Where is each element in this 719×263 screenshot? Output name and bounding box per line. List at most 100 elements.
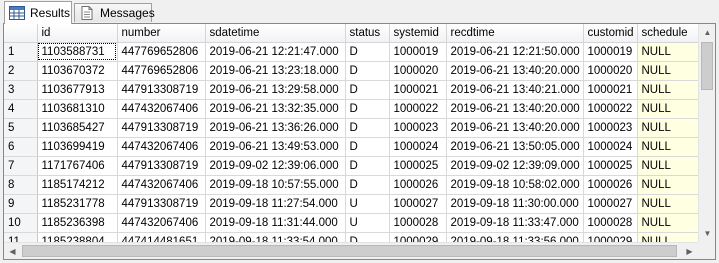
cell-recdtime[interactable]: 2019-09-18 10:58:02.000 xyxy=(446,175,584,195)
cell-customid[interactable]: 1000025 xyxy=(583,156,638,176)
corner-cell[interactable] xyxy=(4,24,38,43)
row-number[interactable]: 5 xyxy=(4,118,38,138)
cell-customid[interactable]: 1000024 xyxy=(583,137,638,157)
cell-customid[interactable]: 1000027 xyxy=(583,194,638,214)
column-header[interactable]: id xyxy=(37,24,118,43)
cell-sdatetime[interactable]: 2019-06-21 13:36:26.000 xyxy=(205,118,346,138)
table-row[interactable]: 9 1185231778 447913308719 2019-09-18 11:27:… xyxy=(4,194,699,214)
cell-recdtime[interactable]: 2019-06-21 13:40:20.000 xyxy=(446,99,584,119)
cell-recdtime[interactable]: 2019-06-21 13:40:20.000 xyxy=(446,61,584,81)
cell-schedule[interactable]: NULL xyxy=(637,80,699,100)
cell-recdtime[interactable]: 2019-09-02 12:39:09.000 xyxy=(446,156,584,176)
cell-systemid[interactable]: 1000023 xyxy=(389,118,447,138)
cell-systemid[interactable]: 1000021 xyxy=(389,80,447,100)
cell-number[interactable]: 447913308719 xyxy=(117,118,206,138)
cell-sdatetime[interactable]: 2019-09-18 11:27:54.000 xyxy=(205,194,346,214)
cell-schedule[interactable]: NULL xyxy=(637,213,699,233)
cell-id[interactable]: 1103670372 xyxy=(37,61,118,81)
cell-systemid[interactable]: 1000025 xyxy=(389,156,447,176)
cell-sdatetime[interactable]: 2019-06-21 13:49:53.000 xyxy=(205,137,346,157)
table-row[interactable]: 6 1103699419 447432067406 2019-06-21 13:49:… xyxy=(4,137,699,157)
cell-customid[interactable]: 1000019 xyxy=(583,42,638,62)
cell-customid[interactable]: 1000021 xyxy=(583,80,638,100)
cell-number[interactable]: 447913308719 xyxy=(117,194,206,214)
tab-messages[interactable]: Messages xyxy=(74,3,155,22)
table-row[interactable]: 5 1103685427 447913308719 2019-06-21 13:36:… xyxy=(4,118,699,138)
cell-customid[interactable]: 1000028 xyxy=(583,213,638,233)
cell-schedule[interactable]: NULL xyxy=(637,137,699,157)
results-grid[interactable]: id number sdatetime status systemid recd… xyxy=(3,23,716,260)
cell-id[interactable]: 1185231778 xyxy=(37,194,118,214)
table-row[interactable]: 4 1103681310 447432067406 2019-06-21 13:32:… xyxy=(4,99,699,119)
cell-status[interactable]: D xyxy=(345,61,390,81)
cell-number[interactable]: 447913308719 xyxy=(117,156,206,176)
cell-sdatetime[interactable]: 2019-06-21 13:23:18.000 xyxy=(205,61,346,81)
cell-id[interactable]: 1103677913 xyxy=(37,80,118,100)
tab-results[interactable]: Results xyxy=(4,1,72,24)
horizontal-scroll-thumb[interactable] xyxy=(22,245,677,257)
column-header[interactable]: schedule xyxy=(637,24,699,43)
cell-systemid[interactable]: 1000027 xyxy=(389,194,447,214)
cell-schedule[interactable]: NULL xyxy=(637,156,699,176)
cell-sdatetime[interactable]: 2019-06-21 13:32:35.000 xyxy=(205,99,346,119)
column-header[interactable]: status xyxy=(345,24,390,43)
cell-customid[interactable]: 1000023 xyxy=(583,118,638,138)
cell-status[interactable]: D xyxy=(345,137,390,157)
cell-systemid[interactable]: 1000026 xyxy=(389,175,447,195)
vertical-scroll-thumb[interactable] xyxy=(701,42,713,90)
cell-id[interactable]: 1171767406 xyxy=(37,156,118,176)
column-header[interactable]: systemid xyxy=(389,24,447,43)
cell-status[interactable]: D xyxy=(345,156,390,176)
cell-number[interactable]: 447432067406 xyxy=(117,175,206,195)
cell-schedule[interactable]: NULL xyxy=(637,194,699,214)
table-row[interactable]: 2 1103670372 447769652806 2019-06-21 13:23:… xyxy=(4,61,699,81)
cell-status[interactable]: D xyxy=(345,99,390,119)
cell-systemid[interactable]: 1000028 xyxy=(389,213,447,233)
cell-status[interactable]: D xyxy=(345,175,390,195)
cell-number[interactable]: 447769652806 xyxy=(117,42,206,62)
cell-customid[interactable]: 1000022 xyxy=(583,99,638,119)
cell-id[interactable]: 1103699419 xyxy=(37,137,118,157)
row-number[interactable]: 2 xyxy=(4,61,38,81)
cell-number[interactable]: 447432067406 xyxy=(117,213,206,233)
row-number[interactable]: 7 xyxy=(4,156,38,176)
cell-id[interactable]: 1185174212 xyxy=(37,175,118,195)
cell-recdtime[interactable]: 2019-09-18 11:33:47.000 xyxy=(446,213,584,233)
scroll-left-arrow-icon[interactable]: ◀ xyxy=(4,243,21,259)
cell-number[interactable]: 447769652806 xyxy=(117,61,206,81)
cell-schedule[interactable]: NULL xyxy=(637,42,699,62)
cell-number[interactable]: 447432067406 xyxy=(117,137,206,157)
cell-systemid[interactable]: 1000024 xyxy=(389,137,447,157)
cell-status[interactable]: U xyxy=(345,213,390,233)
cell-status[interactable]: U xyxy=(345,194,390,214)
row-number[interactable]: 10 xyxy=(4,213,38,233)
cell-recdtime[interactable]: 2019-06-21 13:40:20.000 xyxy=(446,118,584,138)
cell-sdatetime[interactable]: 2019-09-18 10:57:55.000 xyxy=(205,175,346,195)
cell-schedule[interactable]: NULL xyxy=(637,99,699,119)
row-number[interactable]: 1 xyxy=(4,42,38,62)
cell-schedule[interactable]: NULL xyxy=(637,61,699,81)
cell-recdtime[interactable]: 2019-06-21 13:40:21.000 xyxy=(446,80,584,100)
cell-sdatetime[interactable]: 2019-06-21 13:29:58.000 xyxy=(205,80,346,100)
cell-sdatetime[interactable]: 2019-09-18 11:31:44.000 xyxy=(205,213,346,233)
row-number[interactable]: 4 xyxy=(4,99,38,119)
cell-status[interactable]: D xyxy=(345,80,390,100)
cell-schedule[interactable]: NULL xyxy=(637,118,699,138)
cell-systemid[interactable]: 1000020 xyxy=(389,61,447,81)
cell-schedule[interactable]: NULL xyxy=(637,175,699,195)
cell-systemid[interactable]: 1000019 xyxy=(389,42,447,62)
table-row[interactable]: 7 1171767406 447913308719 2019-09-02 12:39:… xyxy=(4,156,699,176)
cell-number[interactable]: 447432067406 xyxy=(117,99,206,119)
row-number[interactable]: 3 xyxy=(4,80,38,100)
table-row[interactable]: 1 1103588731 447769652806 2019-06-21 12:21:… xyxy=(4,42,699,62)
cell-recdtime[interactable]: 2019-09-18 11:30:00.000 xyxy=(446,194,584,214)
table-row[interactable]: 10 1185236398 447432067406 2019-09-18 11:31… xyxy=(4,213,699,233)
horizontal-scrollbar[interactable]: ◀ ▶ xyxy=(4,242,698,259)
cell-customid[interactable]: 1000020 xyxy=(583,61,638,81)
column-header[interactable]: sdatetime xyxy=(205,24,346,43)
cell-recdtime[interactable]: 2019-06-21 12:21:50.000 xyxy=(446,42,584,62)
column-header[interactable]: recdtime xyxy=(446,24,584,43)
cell-id[interactable]: 1185236398 xyxy=(37,213,118,233)
cell-status[interactable]: D xyxy=(345,118,390,138)
cell-id[interactable]: 1103685427 xyxy=(37,118,118,138)
